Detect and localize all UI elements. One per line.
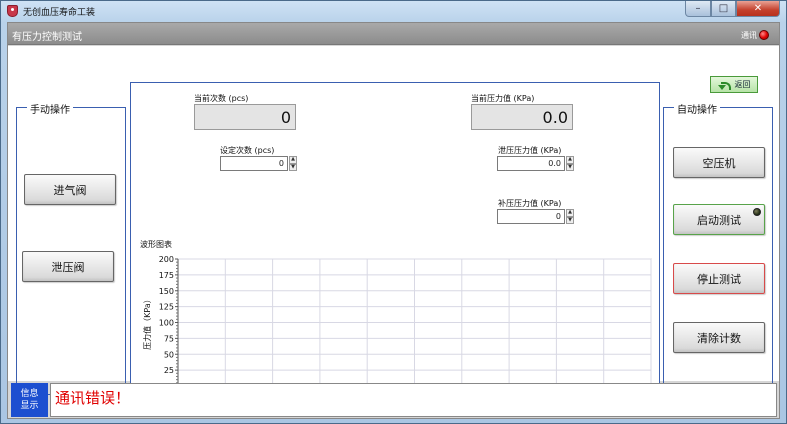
start-test-indicator bbox=[753, 208, 761, 216]
current-count-label: 当前次数 (pcs) bbox=[194, 94, 249, 103]
return-arrow-icon bbox=[717, 80, 731, 90]
start-test-button[interactable]: 启动测试 bbox=[673, 204, 765, 235]
return-label: 返回 bbox=[734, 80, 751, 89]
return-button[interactable]: 返回 bbox=[710, 76, 758, 93]
release-valve-button[interactable]: 泄压阀 bbox=[22, 251, 114, 282]
app-window: 无创血压寿命工装 – □ ✕ 有压力控制测试 通讯 手动操作 进气阀 泄压阀 返… bbox=[0, 0, 787, 424]
y-tick-label: 75 bbox=[164, 334, 174, 343]
auto-legend: 自动操作 bbox=[674, 101, 720, 116]
y-tick-label: 150 bbox=[159, 287, 174, 296]
y-tick-label: 100 bbox=[159, 319, 174, 328]
info-label-line2: 显示 bbox=[20, 401, 39, 411]
y-tick-label: 175 bbox=[159, 271, 174, 280]
spin-down-icon[interactable]: ▼ bbox=[566, 163, 574, 171]
y-axis-label: 压力值（KPa） bbox=[142, 295, 152, 350]
close-button[interactable]: ✕ bbox=[736, 1, 780, 17]
maximize-button[interactable]: □ bbox=[711, 1, 736, 17]
page-title: 有压力控制测试 bbox=[12, 32, 82, 43]
set-count-input[interactable]: 0 ▲ ▼ bbox=[220, 156, 297, 171]
message-box: 通讯错误！ bbox=[50, 383, 777, 417]
start-test-label: 启动测试 bbox=[697, 213, 741, 227]
chart-svg: 波形图表025507510012515017520001002003004005… bbox=[140, 239, 661, 411]
supplement-pressure-value[interactable]: 0 bbox=[497, 209, 565, 224]
stop-test-button[interactable]: 停止测试 bbox=[673, 263, 765, 294]
release-pressure-label: 泄压压力值 (KPa) bbox=[498, 146, 562, 155]
set-count-value[interactable]: 0 bbox=[220, 156, 288, 171]
comm-status-led bbox=[759, 30, 769, 40]
supplement-pressure-input[interactable]: 0 ▲ ▼ bbox=[497, 209, 574, 224]
main-panel: 手动操作 进气阀 泄压阀 返回 自动操作 空压机 启动测试 停止测试 清除计数 bbox=[8, 46, 779, 411]
y-tick-label: 25 bbox=[164, 366, 174, 375]
close-icon: ✕ bbox=[753, 3, 763, 14]
current-pressure-label: 当前压力值 (KPa) bbox=[471, 94, 535, 103]
waveform-chart: 波形图表025507510012515017520001002003004005… bbox=[130, 231, 661, 411]
spin-up-icon[interactable]: ▲ bbox=[566, 156, 574, 164]
current-pressure-display: 0.0 bbox=[471, 104, 573, 130]
y-tick-label: 50 bbox=[164, 350, 174, 359]
spin-down-icon[interactable]: ▼ bbox=[289, 163, 297, 171]
panel-header: 有压力控制测试 通讯 bbox=[8, 23, 779, 45]
release-pressure-input[interactable]: 0.0 ▲ ▼ bbox=[497, 156, 574, 171]
minimize-button[interactable]: – bbox=[685, 1, 711, 17]
auto-group: 自动操作 空压机 启动测试 停止测试 清除计数 bbox=[663, 101, 773, 395]
y-tick-label: 125 bbox=[159, 303, 174, 312]
maximize-icon: □ bbox=[718, 3, 729, 14]
info-label: 信息 显示 bbox=[11, 383, 48, 417]
current-count-display: 0 bbox=[194, 104, 296, 130]
spin-down-icon[interactable]: ▼ bbox=[566, 216, 574, 224]
y-tick-label: 200 bbox=[159, 255, 174, 264]
window-title: 无创血压寿命工装 bbox=[23, 8, 96, 18]
release-pressure-value[interactable]: 0.0 bbox=[497, 156, 565, 171]
comm-label: 通讯 bbox=[741, 31, 757, 40]
app-icon bbox=[7, 5, 18, 17]
supplement-pressure-spinner[interactable]: ▲ ▼ bbox=[566, 209, 574, 224]
spin-up-icon[interactable]: ▲ bbox=[566, 209, 574, 217]
manual-legend: 手动操作 bbox=[27, 101, 73, 116]
intake-valve-button[interactable]: 进气阀 bbox=[24, 174, 116, 205]
clear-count-button[interactable]: 清除计数 bbox=[673, 322, 765, 353]
set-count-label: 设定次数 (pcs) bbox=[220, 146, 275, 155]
spin-up-icon[interactable]: ▲ bbox=[289, 156, 297, 164]
supplement-pressure-label: 补压压力值 (KPa) bbox=[498, 199, 562, 208]
client-area: 有压力控制测试 通讯 手动操作 进气阀 泄压阀 返回 自动操作 空压机 启动测试 bbox=[7, 22, 780, 419]
minimize-icon: – bbox=[695, 3, 701, 14]
title-bar: 无创血压寿命工装 – □ ✕ bbox=[1, 1, 786, 21]
release-pressure-spinner[interactable]: ▲ ▼ bbox=[566, 156, 574, 171]
compressor-button[interactable]: 空压机 bbox=[673, 147, 765, 178]
chart-title: 波形图表 bbox=[140, 239, 172, 249]
info-label-line1: 信息 bbox=[20, 389, 39, 399]
manual-group: 手动操作 进气阀 泄压阀 bbox=[16, 101, 126, 395]
set-count-spinner[interactable]: ▲ ▼ bbox=[289, 156, 297, 171]
window-controls: – □ ✕ bbox=[685, 1, 780, 18]
